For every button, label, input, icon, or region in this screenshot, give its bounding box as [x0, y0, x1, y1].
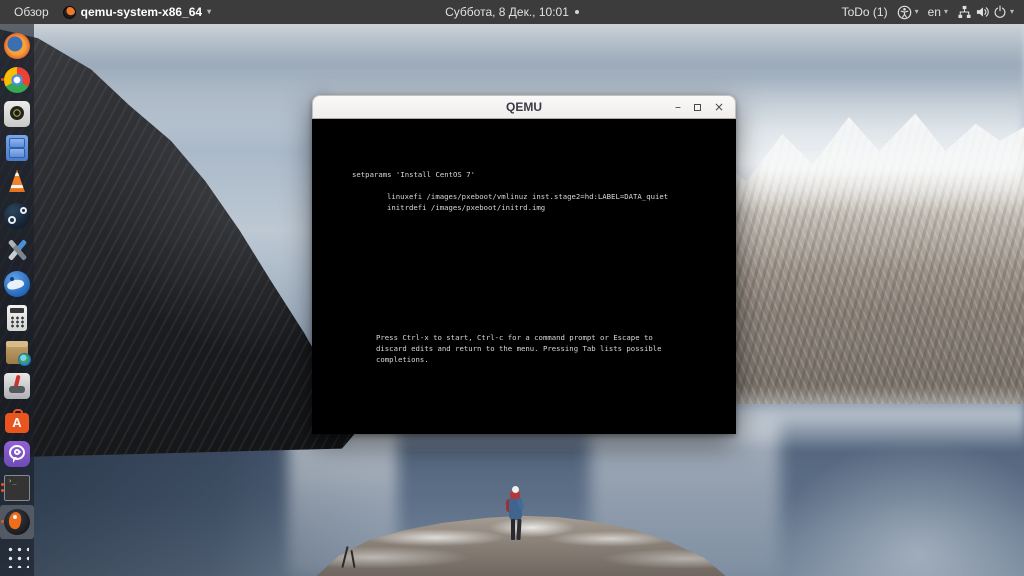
ubuntu-software-icon: A	[5, 408, 29, 433]
todo-indicator[interactable]: ToDo (1)	[842, 5, 888, 19]
dock-item-terminal[interactable]	[0, 471, 34, 505]
grub-linuxefi-line: linuxefi /images/pxeboot/vmlinuz inst.st…	[387, 192, 669, 201]
clock-button[interactable]: Суббота, 8 Дек., 10:01	[445, 5, 569, 19]
keyboard-layout-label: en	[927, 5, 941, 19]
grub-help-line: Press Ctrl-x to start, Ctrl-c for a comm…	[376, 333, 653, 342]
maximize-button[interactable]	[693, 103, 701, 111]
dock-item-ubuntu-software[interactable]: A	[0, 403, 34, 437]
dock-item-chromium[interactable]	[0, 63, 34, 97]
grub-help-text: Press Ctrl-x to start, Ctrl-c for a comm…	[376, 332, 662, 365]
person-leg	[516, 518, 522, 541]
dock-item-viber[interactable]	[0, 437, 34, 471]
dock-item-media-player[interactable]	[0, 97, 34, 131]
qemu-app-icon	[62, 5, 76, 19]
chevron-down-icon: ▾	[943, 7, 948, 16]
red-lever-icon	[4, 373, 30, 399]
grub-setparams-line: setparams 'Install CentOS 7'	[352, 170, 476, 179]
person-figure	[502, 486, 528, 546]
focused-app-name: qemu-system-x86_64	[80, 5, 203, 19]
package-globe-icon	[6, 340, 31, 366]
wallpaper-water-reflection	[760, 430, 1024, 576]
person-leg	[511, 519, 515, 540]
dock-item-vlc[interactable]	[0, 165, 34, 199]
dock-item-package-manager[interactable]	[0, 335, 34, 369]
grub-help-line: completions.	[376, 355, 429, 364]
dock-item-tools[interactable]	[0, 233, 34, 267]
grub-command-lines: linuxefi /images/pxeboot/vmlinuz inst.st…	[387, 191, 668, 213]
system-menu[interactable]: ▾	[957, 5, 1014, 19]
activities-button[interactable]: Обзор	[14, 5, 49, 19]
chromium-icon	[4, 67, 30, 93]
show-apps-icon	[5, 544, 29, 568]
grub-edit-screen[interactable]: setparams 'Install CentOS 7' linuxefi /i…	[312, 119, 736, 434]
viber-icon	[4, 441, 30, 467]
minimize-button[interactable]: –	[675, 101, 681, 113]
qemu-window-titlebar[interactable]: QEMU – ×	[312, 95, 736, 119]
accessibility-icon	[897, 5, 912, 20]
window-controls: – ×	[675, 101, 735, 113]
calculator-icon	[7, 305, 27, 331]
media-player-icon	[4, 101, 30, 127]
dock-item-thunderbird[interactable]	[0, 267, 34, 301]
grub-help-line: discard edits and return to the menu. Pr…	[376, 344, 662, 353]
window-title: QEMU	[506, 100, 542, 114]
dock-item-steam[interactable]	[0, 199, 34, 233]
close-button[interactable]: ×	[714, 101, 724, 113]
top-bar-right: ToDo (1) ▾ en ▾ ▾	[842, 5, 1024, 20]
thunderbird-icon	[4, 271, 30, 297]
chevron-down-icon: ▾	[914, 7, 919, 16]
steam-icon	[4, 203, 30, 229]
dock-item-firefox[interactable]	[0, 29, 34, 63]
keyboard-layout-menu[interactable]: en ▾	[928, 5, 948, 19]
power-icon	[993, 5, 1007, 19]
wired-network-icon	[957, 5, 972, 19]
top-bar: Обзор qemu-system-x86_64 ▾ Суббота, 8 Де…	[0, 0, 1024, 24]
tools-icon	[4, 237, 30, 263]
phone-icon	[12, 447, 22, 457]
dock: A	[0, 24, 34, 576]
vlc-icon	[9, 169, 25, 192]
person-cap	[512, 486, 519, 493]
volume-icon	[975, 5, 990, 19]
chevron-down-icon: ▾	[207, 7, 212, 16]
firefox-icon	[4, 33, 30, 59]
top-bar-left: Обзор qemu-system-x86_64 ▾	[0, 5, 211, 19]
dock-item-red-lever[interactable]	[0, 369, 34, 403]
file-cabinet-icon	[6, 135, 28, 161]
dock-item-file-cabinet[interactable]	[0, 131, 34, 165]
terminal-icon	[4, 475, 30, 501]
dock-item-calculator[interactable]	[0, 301, 34, 335]
notification-dot	[574, 10, 579, 14]
accessibility-menu[interactable]: ▾	[897, 5, 919, 20]
focused-app-menu[interactable]: qemu-system-x86_64 ▾	[62, 5, 212, 19]
show-applications-button[interactable]	[0, 539, 34, 573]
grub-initrdefi-line: initrdefi /images/pxeboot/initrd.img	[387, 203, 546, 212]
qemu-window: QEMU – × setparams 'Install CentOS 7' li…	[312, 95, 736, 434]
qemu-icon	[4, 509, 30, 535]
dock-item-qemu[interactable]	[0, 505, 34, 539]
chevron-down-icon: ▾	[1009, 7, 1014, 16]
